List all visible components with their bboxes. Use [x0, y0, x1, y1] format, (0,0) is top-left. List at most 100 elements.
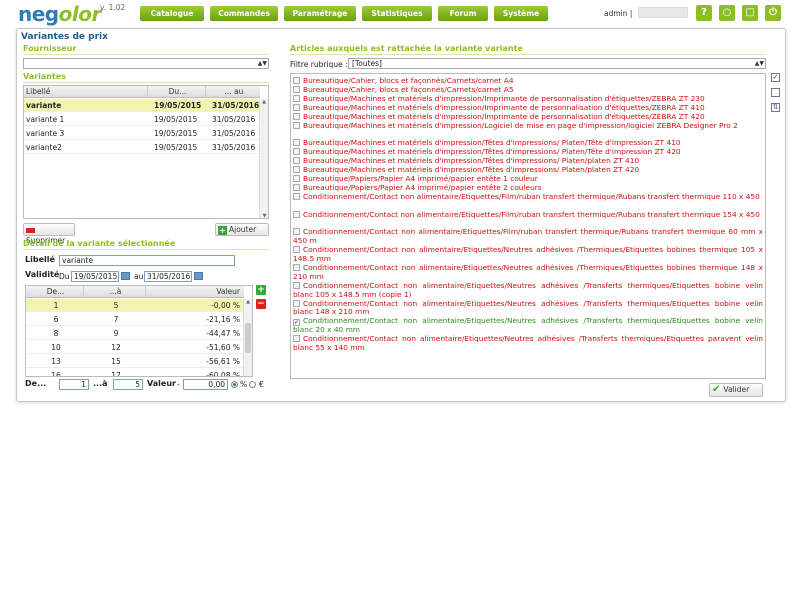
footer-de-label: De...	[25, 379, 47, 388]
variantes-title: Variantes	[23, 72, 269, 83]
article-checkbox[interactable]	[293, 281, 300, 289]
palier-de: 1	[53, 301, 59, 310]
scroll-down-icon[interactable]: ▼	[260, 213, 268, 218]
remove-palier-icon[interactable]: −	[256, 299, 266, 309]
article-checkbox[interactable]	[293, 121, 300, 129]
article-item[interactable]: Conditionnement/Contact non alimentaire/…	[293, 245, 763, 264]
palier-row[interactable]: 10 12 -51,60 %	[26, 341, 244, 354]
article-checkbox[interactable]	[293, 192, 300, 200]
article-checkbox[interactable]	[293, 85, 300, 93]
window-icon[interactable]: □	[742, 5, 758, 21]
euro-radio[interactable]	[249, 381, 256, 388]
nav-forum[interactable]: Forum	[438, 6, 488, 21]
palier-row[interactable]: 13 15 -56,61 %	[26, 355, 244, 368]
palier-valeur: -56,61 %	[206, 357, 240, 366]
article-checkbox[interactable]	[293, 166, 300, 173]
variante-au: 31/05/2016	[212, 115, 256, 124]
power-icon[interactable]: ⏻	[765, 5, 781, 21]
main-panel: Variantes de prix Fournisseur ▲▼ Variant…	[16, 28, 786, 402]
col-du[interactable]: Du...	[148, 86, 206, 98]
variante-du: 19/05/2015	[154, 101, 202, 110]
libelle-input[interactable]: variante	[59, 255, 235, 266]
scroll-up-icon[interactable]: ▲	[244, 299, 252, 305]
article-item[interactable]: Conditionnement/Contact non alimentaire/…	[293, 192, 763, 202]
article-label: Conditionnement/Contact non alimentaire/…	[293, 262, 763, 281]
variante-du: 19/05/2015	[154, 143, 198, 152]
article-checkbox[interactable]	[293, 112, 300, 120]
filter-select[interactable]: [Toutes] ▲▼	[348, 58, 766, 69]
palier-row[interactable]: 6 7 -21,16 %	[26, 313, 244, 326]
col-de[interactable]: De...	[26, 286, 84, 298]
logo: negolor	[18, 2, 101, 26]
invert-selection-icon[interactable]: ⇅	[771, 103, 780, 112]
nav-commandes[interactable]: Commandes	[210, 6, 278, 21]
article-item[interactable]: Conditionnement/Contact non alimentaire/…	[293, 281, 763, 300]
paliers-header: De... ...à Valeur	[26, 286, 244, 298]
article-checkbox[interactable]	[293, 139, 300, 147]
variante-row[interactable]: variante 3 19/05/2015 31/05/2016	[24, 127, 260, 140]
footer-valeur-input[interactable]: 0,00	[183, 379, 228, 390]
col-a[interactable]: ...à	[84, 286, 146, 298]
article-checkbox[interactable]	[293, 183, 300, 191]
variante-libelle: variante2	[26, 143, 62, 152]
nav-parametrage[interactable]: Paramétrage	[284, 6, 356, 21]
article-checkbox[interactable]	[293, 148, 300, 156]
article-checkbox[interactable]	[293, 246, 300, 254]
article-label: Bureautique/Cahier, blocs et façonnés/Ca…	[303, 84, 514, 94]
article-item[interactable]: Conditionnement/Contact non alimentaire/…	[293, 299, 763, 318]
variante-row[interactable]: variante 19/05/2015 31/05/2016	[24, 99, 260, 112]
scroll-thumb[interactable]	[245, 323, 251, 353]
variante-row[interactable]: variante2 19/05/2015 31/05/2016	[24, 141, 260, 154]
col-au[interactable]: ... au	[206, 86, 260, 98]
article-checkbox[interactable]	[293, 210, 300, 218]
add-palier-icon[interactable]: +	[256, 285, 266, 295]
palier-row[interactable]: 16 17 -60,08 %	[26, 369, 244, 377]
scroll-up-icon[interactable]: ▲	[260, 99, 268, 105]
calendar-du-icon[interactable]	[121, 272, 130, 280]
article-item[interactable]: Bureautique/Machines et matériels d'impr…	[293, 121, 763, 131]
check-all-icon[interactable]: ✓	[771, 73, 780, 82]
footer-a-input[interactable]: 5	[113, 379, 143, 390]
palier-row[interactable]: 1 5 -0,00 %	[26, 299, 244, 312]
article-checkbox[interactable]	[293, 335, 300, 343]
article-checkbox[interactable]	[293, 228, 300, 236]
au-date-input[interactable]: 31/05/2016	[144, 271, 192, 282]
article-checkbox[interactable]	[293, 174, 300, 182]
article-item[interactable]: Conditionnement/Contact non alimentaire/…	[293, 334, 763, 353]
paliers-scrollbar[interactable]: ▲	[243, 299, 252, 376]
footer-a-label: ...à	[93, 379, 108, 388]
article-checkbox[interactable]	[293, 263, 300, 271]
help-icon[interactable]: ?	[696, 5, 712, 21]
palier-row[interactable]: 8 9 -44,47 %	[26, 327, 244, 340]
article-item[interactable]: Conditionnement/Contact non alimentaire/…	[293, 262, 763, 282]
lock-icon[interactable]: ○	[719, 5, 735, 21]
variante-du: 19/05/2015	[154, 129, 198, 138]
article-item[interactable]: ✓ Conditionnement/Contact non alimentaire…	[293, 316, 763, 335]
validate-button[interactable]: ✔ Valider	[709, 383, 763, 397]
fournisseur-select[interactable]: ▲▼	[23, 58, 269, 69]
col-valeur[interactable]: Valeur	[146, 286, 244, 298]
variante-row[interactable]: variante 1 19/05/2015 31/05/2016	[24, 113, 260, 126]
article-item[interactable]: Conditionnement/Contact non alimentaire/…	[293, 210, 763, 220]
percent-radio[interactable]	[231, 381, 238, 388]
delete-variante-button[interactable]: Supprimer	[23, 223, 75, 245]
calendar-au-icon[interactable]	[194, 272, 203, 280]
article-checkbox[interactable]	[293, 299, 300, 307]
nav-catalogue[interactable]: Catalogue	[140, 6, 204, 21]
add-variante-button[interactable]: + Ajouter	[215, 223, 269, 236]
palier-a: 7	[113, 315, 119, 324]
palier-a: 17	[111, 371, 121, 377]
article-checkbox[interactable]	[293, 77, 300, 84]
col-libelle[interactable]: Libellé	[24, 86, 148, 98]
article-checkbox[interactable]	[293, 103, 300, 111]
fournisseur-title: Fournisseur	[23, 44, 269, 55]
article-checkbox[interactable]	[293, 157, 300, 165]
article-item[interactable]: Conditionnement/Contact non alimentaire/…	[293, 227, 763, 246]
du-date-input[interactable]: 19/05/2015	[71, 271, 119, 282]
article-checkbox[interactable]	[293, 94, 300, 102]
footer-de-input[interactable]: 1	[59, 379, 89, 390]
nav-statistiques[interactable]: Statistiques	[362, 6, 432, 21]
uncheck-all-icon[interactable]	[771, 88, 780, 97]
nav-systeme[interactable]: Système	[494, 6, 548, 21]
variantes-scrollbar[interactable]: ▲ ▼	[259, 99, 268, 218]
